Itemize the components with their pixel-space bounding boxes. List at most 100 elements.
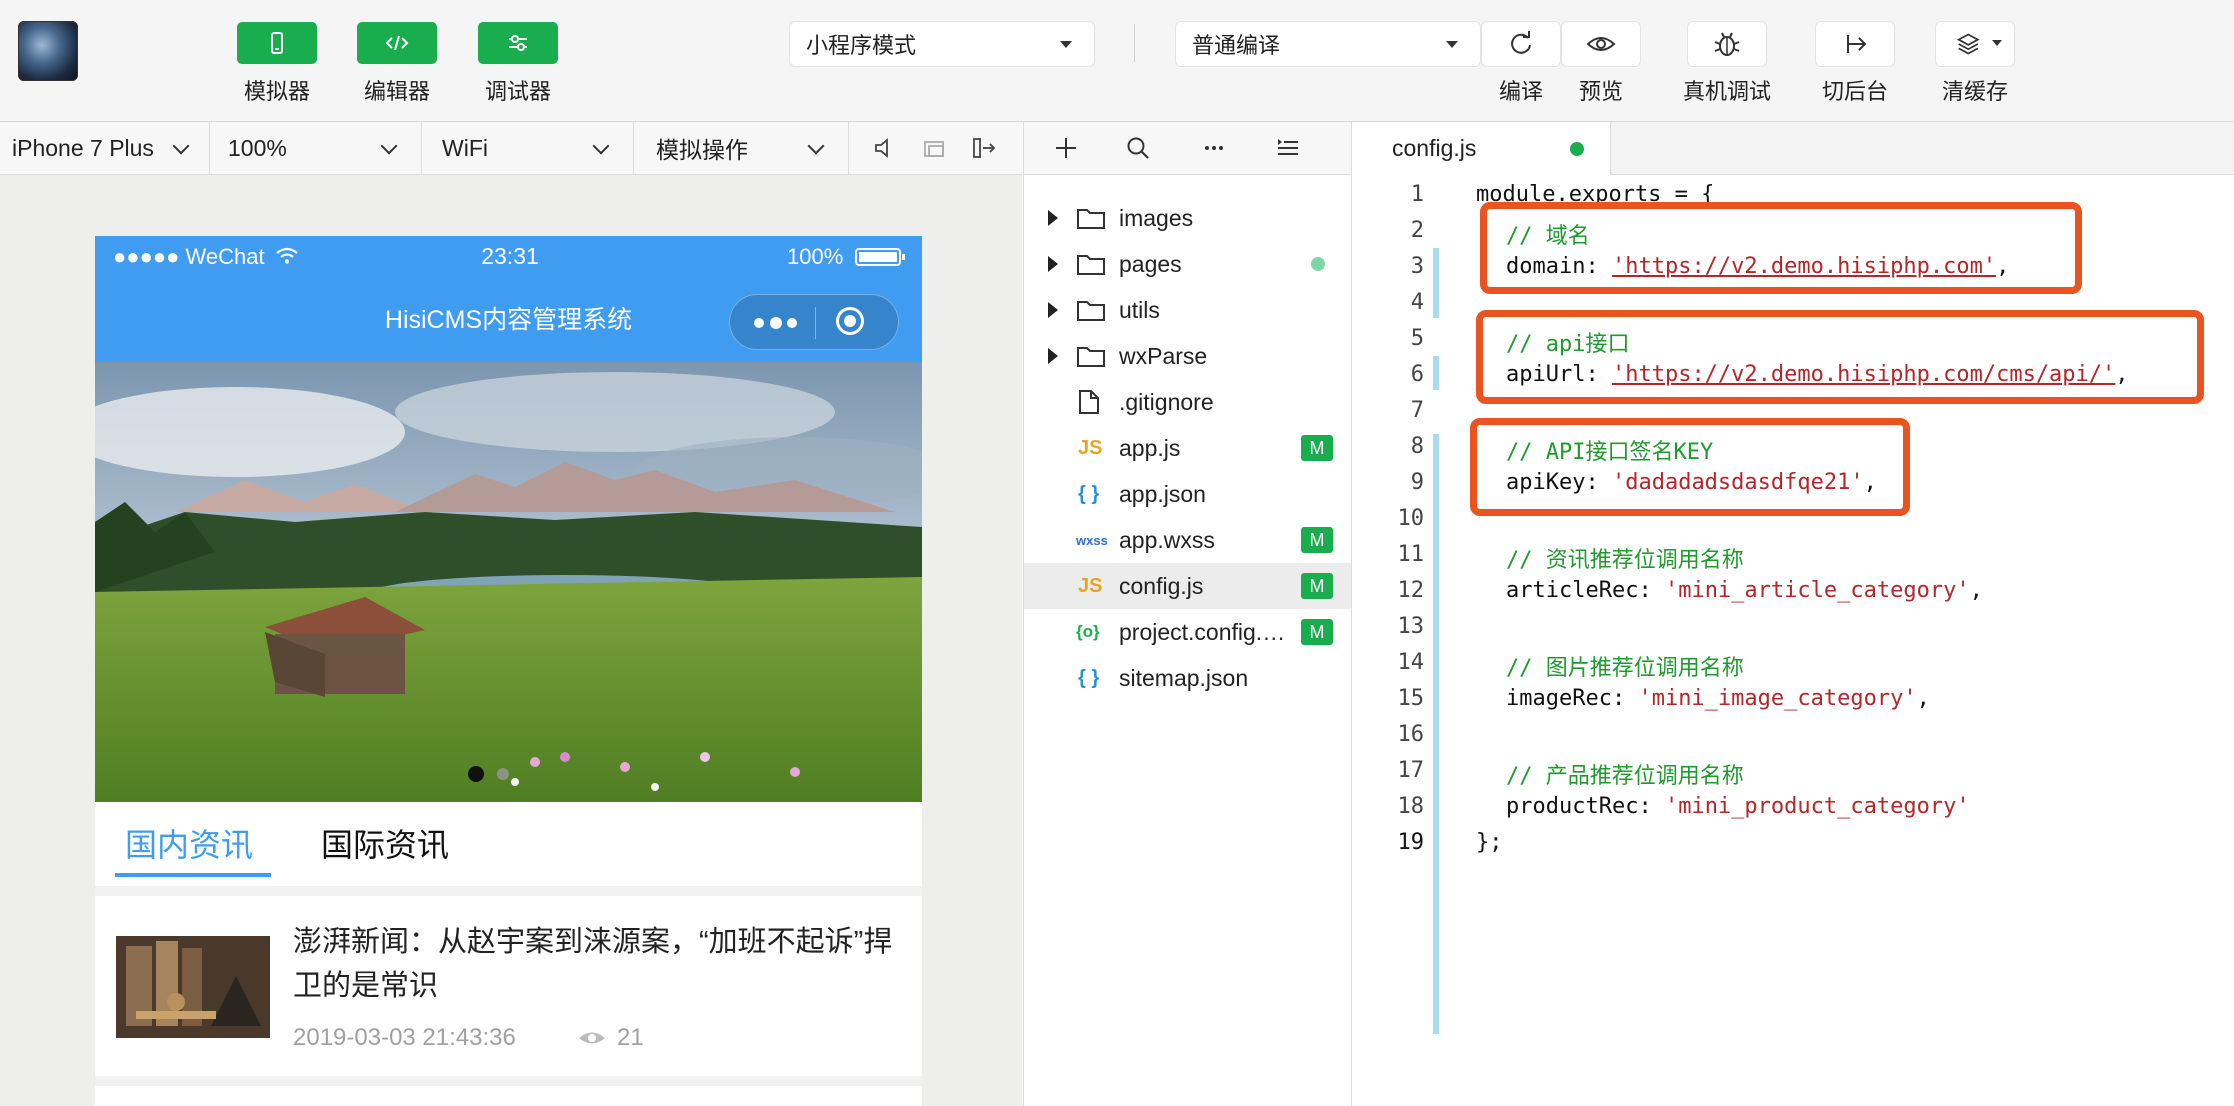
line-number: 11 (1397, 542, 1425, 567)
compile-select-value: 普通编译 (1192, 33, 1281, 58)
clear-cache-label: 清缓存 (1941, 79, 2008, 104)
tree-item-config-js[interactable]: JS config.js M (1024, 563, 1351, 609)
highlight-box-api-key (1470, 418, 1910, 516)
search-icon[interactable] (1124, 134, 1152, 162)
line-number: 10 (1397, 506, 1425, 531)
change-gutter-marker (1433, 356, 1439, 390)
toolbar-divider (1134, 24, 1135, 62)
tree-item-app-wxss[interactable]: wxss app.wxss M (1024, 517, 1351, 563)
status-time: 23:31 (481, 243, 539, 269)
modified-badge: M (1301, 573, 1333, 599)
line-number: 18 (1397, 794, 1425, 819)
explorer-toolbar (1024, 122, 1351, 175)
battery-percent: 100% (787, 244, 844, 269)
device-select[interactable]: iPhone 7 Plus (0, 122, 210, 174)
file-icon (1079, 390, 1099, 414)
tab-international-news[interactable]: 国际资讯 (321, 820, 449, 866)
file-explorer: images pages utils wxParse .gitignore JS… (1023, 122, 1352, 1106)
line-number: 15 (1397, 686, 1425, 711)
banner-image[interactable] (95, 362, 922, 802)
more-dots-icon[interactable] (748, 307, 808, 339)
article-thumbnail (116, 936, 270, 1038)
mode-select[interactable]: 小程序模式 (790, 22, 1094, 66)
expand-arrow-icon (1048, 210, 1058, 226)
highlight-box-api-url (1476, 310, 2204, 404)
code-line: imageRec: 'mini_image_category', (1506, 686, 1930, 711)
tree-item-wxparse[interactable]: wxParse (1024, 333, 1351, 379)
line-number: 17 (1397, 758, 1425, 783)
line-number: 4 (1410, 290, 1424, 315)
switch-background-button[interactable] (1816, 22, 1894, 66)
article-date: 2019-03-03 21:43:36 (293, 1024, 516, 1051)
preview-button[interactable] (1562, 22, 1640, 66)
compile-label: 编译 (1498, 79, 1543, 104)
code-comment: // 图片推荐位调用名称 (1506, 656, 1744, 681)
active-tab-indicator (115, 873, 271, 877)
tree-item-app-json[interactable]: { } app.json (1024, 471, 1351, 517)
real-device-debug-button[interactable] (1688, 22, 1766, 66)
bug-icon (1714, 32, 1740, 56)
chevron-down-icon (172, 137, 190, 155)
tree-item-app-js[interactable]: JS app.js M (1024, 425, 1351, 471)
expand-arrow-icon (1048, 348, 1058, 364)
close-target-icon[interactable] (836, 307, 868, 339)
more-icon[interactable] (1200, 134, 1228, 162)
add-icon[interactable] (1052, 134, 1080, 162)
switch-background-label: 切后台 (1821, 79, 1888, 104)
tab-domestic-news[interactable]: 国内资讯 (125, 820, 253, 866)
network-select-value: WiFi (442, 134, 488, 161)
code-icon (385, 35, 409, 51)
line-number: 19 (1397, 830, 1425, 855)
compile-button[interactable] (1482, 22, 1560, 66)
tree-item-label: app.json (1119, 480, 1206, 507)
json-file-icon: { } (1078, 666, 1100, 689)
tree-item-gitignore[interactable]: .gitignore (1024, 379, 1351, 425)
folder-icon (1077, 255, 1105, 275)
operation-select[interactable]: 模拟操作 (634, 122, 849, 174)
compile-mode-select[interactable]: 普通编译 (1176, 22, 1480, 66)
editor-toggle-button[interactable] (357, 22, 437, 64)
code-line: }; (1476, 830, 1503, 855)
tree-item-label: pages (1119, 250, 1182, 277)
folder-icon (1077, 347, 1105, 367)
line-number: 9 (1410, 470, 1424, 495)
chevron-down-icon (592, 137, 610, 155)
tree-item-label: .gitignore (1119, 388, 1214, 415)
editor-tab-config-js[interactable]: config.js (1352, 122, 1611, 175)
window-icon[interactable] (920, 134, 948, 162)
tree-item-project-config[interactable]: {o} project.config.… M (1024, 609, 1351, 655)
chevron-down-icon (380, 137, 398, 155)
detach-panel-icon[interactable] (970, 134, 998, 162)
simulator-toggle-button[interactable] (237, 22, 317, 64)
code-area[interactable]: 1 module.exports = { 2 // 域名 3 domain: '… (1352, 174, 2234, 1106)
user-avatar[interactable] (18, 21, 78, 81)
mode-select-value: 小程序模式 (806, 33, 917, 58)
tree-item-label: utils (1119, 296, 1160, 323)
capsule-menu (729, 294, 899, 350)
phone-status-bar: ●●●●● WeChat 23:31 100% (95, 236, 922, 278)
phone-nav-bar: HisiCMS内容管理系统 (95, 278, 922, 362)
article-list-item[interactable]: 澎湃新闻：从赵宇案到涞源案，“加班不起诉”捍卫的是常识 2019-03-03 2… (95, 896, 922, 1086)
collapse-tree-icon[interactable] (1274, 134, 1302, 162)
clear-cache-button[interactable] (1936, 22, 2014, 66)
tree-item-pages[interactable]: pages (1024, 241, 1351, 287)
code-line: articleRec: 'mini_article_category', (1506, 578, 1983, 603)
caret-down-icon (1446, 41, 1458, 48)
tree-item-label: project.config.… (1119, 618, 1286, 645)
speaker-icon[interactable] (870, 134, 898, 162)
debugger-toggle-button[interactable] (478, 22, 558, 64)
line-number: 14 (1397, 650, 1425, 675)
eye-icon (1586, 37, 1616, 51)
tree-item-images[interactable]: images (1024, 195, 1351, 241)
zoom-select[interactable]: 100% (210, 122, 422, 174)
tree-item-sitemap-json[interactable]: { } sitemap.json (1024, 655, 1351, 701)
eye-icon (579, 1032, 605, 1044)
tree-item-utils[interactable]: utils (1024, 287, 1351, 333)
editor-label: 编辑器 (363, 79, 430, 104)
tree-item-label: config.js (1119, 572, 1204, 599)
modified-badge: M (1301, 435, 1333, 461)
news-tabs: 国内资讯 国际资讯 (95, 802, 922, 896)
highlight-box-domain (1480, 202, 2082, 294)
js-file-icon: JS (1078, 436, 1103, 459)
network-select[interactable]: WiFi (422, 122, 634, 174)
